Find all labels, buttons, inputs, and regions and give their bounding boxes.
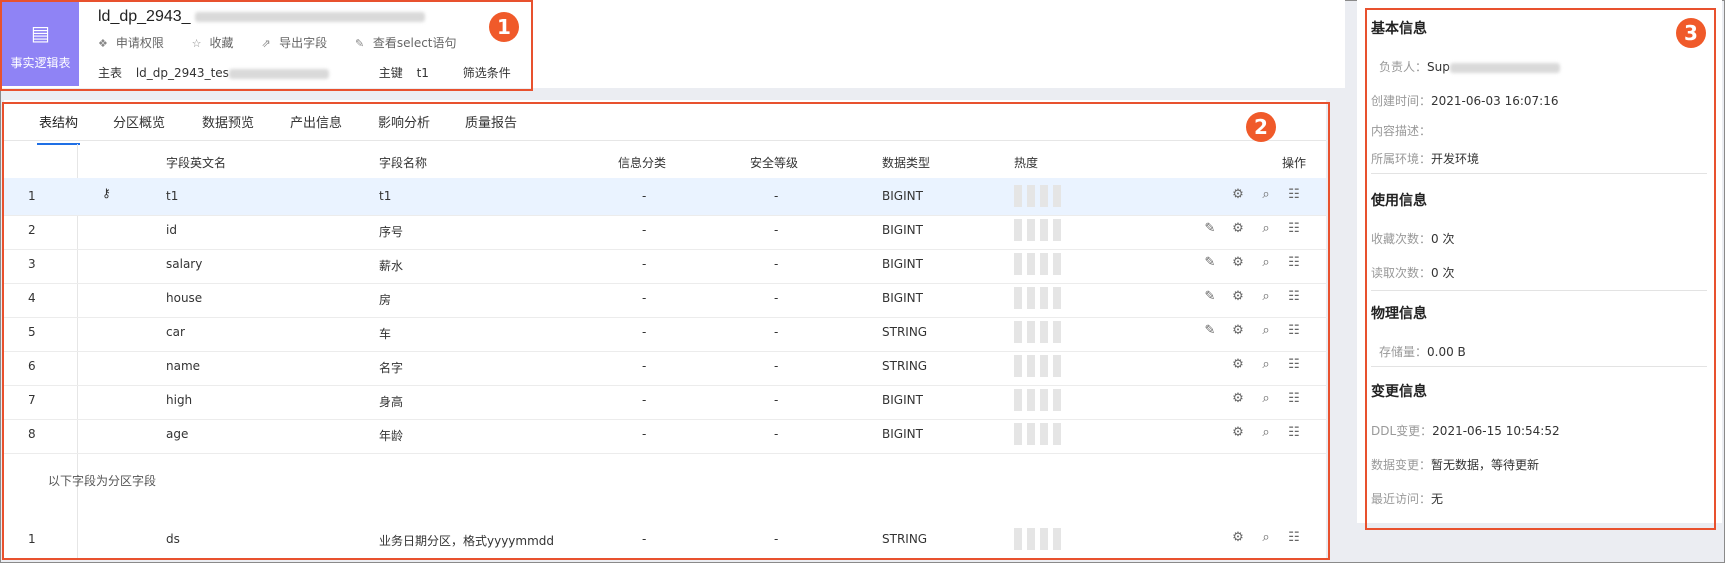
callout-box-1 — [0, 0, 533, 91]
callout-number-3: 3 — [1676, 18, 1706, 48]
callout-number-2: 2 — [1246, 112, 1276, 142]
callout-box-3 — [1365, 8, 1716, 530]
callout-number-1: 1 — [489, 12, 519, 42]
callout-box-2 — [2, 102, 1330, 560]
